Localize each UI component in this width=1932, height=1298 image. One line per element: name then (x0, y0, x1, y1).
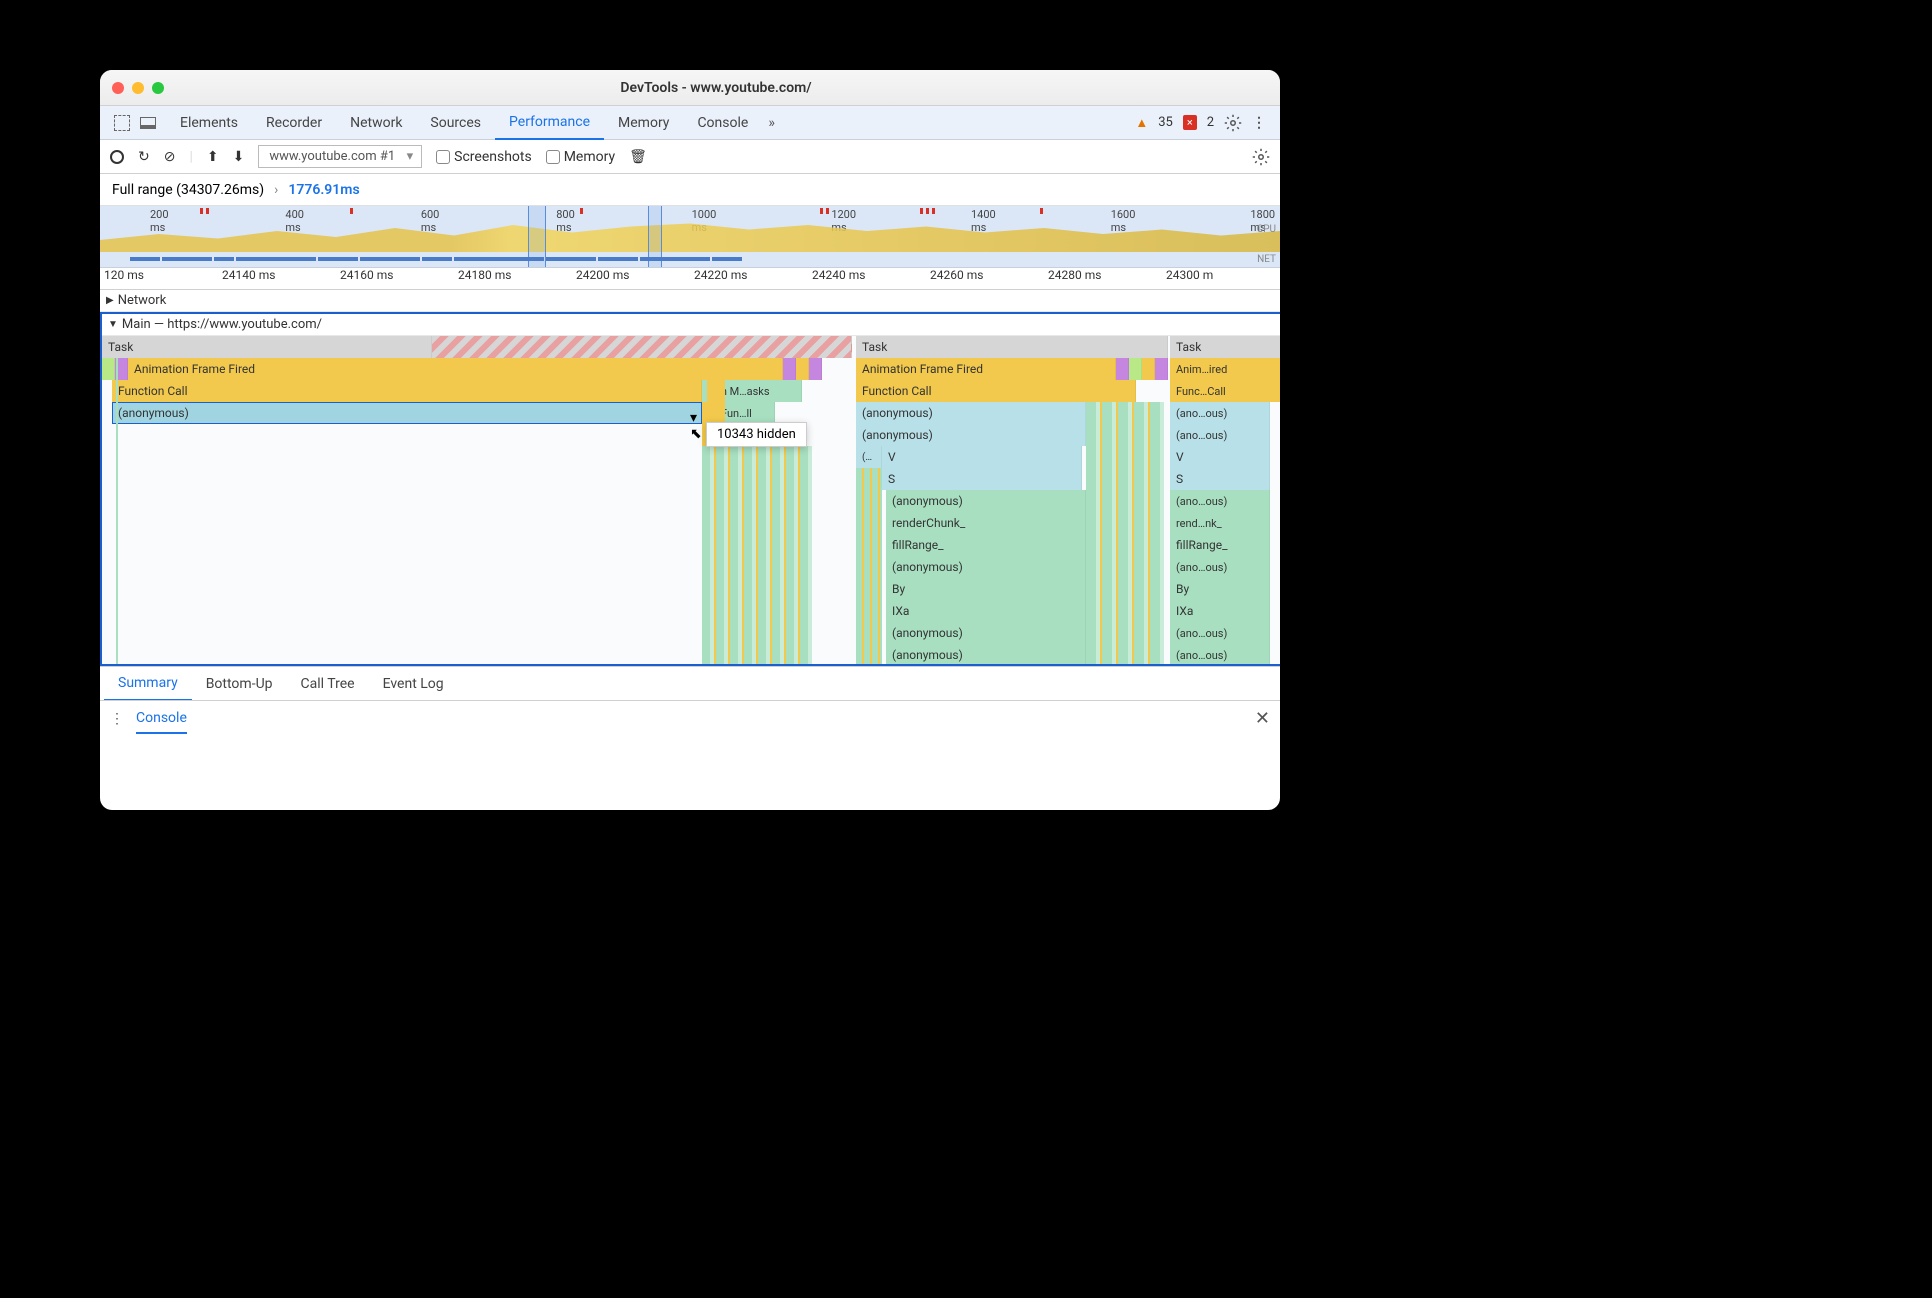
devtools-window: DevTools - www.youtube.com/ Elements Rec… (100, 70, 1280, 810)
clear-button[interactable]: ⊘ (164, 149, 176, 165)
flame-anon-short[interactable]: (ano…ous) (1170, 402, 1270, 424)
flame-task-long[interactable] (432, 336, 852, 358)
flame-chart[interactable]: Task Animation Frame Fired Function Call… (102, 336, 1280, 664)
flame-s[interactable]: S (882, 468, 1082, 490)
download-button[interactable]: ⬇ (233, 149, 245, 165)
screenshots-checkbox[interactable]: Screenshots (436, 149, 532, 165)
breadcrumb-current[interactable]: 1776.91ms (288, 182, 359, 198)
tab-console[interactable]: Console (683, 106, 762, 140)
flame-by[interactable]: By (1170, 578, 1270, 600)
perf-toolbar: ↻ ⊘ | ⬆ ⬇ www.youtube.com #1 Screenshots… (100, 140, 1280, 174)
flame-fc-short[interactable]: Func…Call (1170, 380, 1280, 402)
kebab-icon[interactable]: ⋮ (1252, 115, 1266, 131)
upload-button[interactable]: ⬆ (207, 149, 219, 165)
flame-fc[interactable]: Function Call (112, 380, 702, 402)
time-ruler[interactable]: 120 ms 24140 ms 24160 ms 24180 ms 24200 … (100, 268, 1280, 290)
close-icon[interactable]: ✕ (1255, 708, 1270, 729)
reload-button[interactable]: ↻ (138, 149, 150, 165)
device-toolbar-icon[interactable] (140, 117, 156, 129)
error-icon[interactable]: × (1183, 115, 1197, 130)
main-track-header[interactable]: ▼Main — https://www.youtube.com/ (102, 314, 1280, 336)
console-drawer: ⋮ Console ✕ (100, 700, 1280, 736)
console-tab[interactable]: Console (136, 710, 187, 734)
main-track: ▼Main — https://www.youtube.com/ Task An… (100, 312, 1280, 666)
flame-task[interactable]: Task (1170, 336, 1280, 358)
flame-renderchunk[interactable]: renderChunk_ (886, 512, 1086, 534)
flame-task[interactable]: Task (856, 336, 1168, 358)
tab-performance[interactable]: Performance (495, 106, 604, 140)
flame-anon-short[interactable]: (ano…ous) (1170, 622, 1270, 644)
flame-anon[interactable]: (anonymous) (886, 556, 1086, 578)
cpu-label: CPU (1257, 224, 1276, 235)
tooltip: 10343 hidden (706, 422, 807, 447)
tab-summary[interactable]: Summary (104, 667, 192, 701)
settings-icon[interactable] (1224, 114, 1242, 132)
titlebar: DevTools - www.youtube.com/ (100, 70, 1280, 106)
flame-v[interactable]: V (1170, 446, 1270, 468)
zoom-icon[interactable] (152, 82, 164, 94)
panel-tabs: Elements Recorder Network Sources Perfor… (100, 106, 1280, 140)
profile-select[interactable]: www.youtube.com #1 (258, 145, 422, 168)
overview-timeline[interactable]: 200 ms 400 ms 600 ms 800 ms 1000 ms 1200… (100, 206, 1280, 268)
tab-bottomup[interactable]: Bottom-Up (192, 667, 287, 701)
traffic-lights (112, 82, 164, 94)
flame-aff-short[interactable]: Anim…ired (1170, 358, 1280, 380)
cursor-icon: ▾⬉ (690, 410, 702, 442)
warning-icon[interactable]: ▲ (1135, 115, 1148, 131)
flame-by[interactable]: By (886, 578, 1086, 600)
flame-dots[interactable]: (… (856, 446, 882, 468)
flame-fc[interactable]: Function Call (856, 380, 1136, 402)
tab-calltree[interactable]: Call Tree (287, 667, 369, 701)
garbage-icon[interactable]: 🗑 (629, 149, 647, 165)
flame-ixa[interactable]: IXa (1170, 600, 1270, 622)
tab-sources[interactable]: Sources (416, 106, 495, 140)
flame-anon-short[interactable]: (ano…ous) (1170, 490, 1270, 512)
flame-fillrange[interactable]: fillRange_ (1170, 534, 1270, 556)
flame-anon-selected[interactable]: (anonymous) (112, 402, 702, 424)
flame-anon[interactable]: (anonymous) (886, 644, 1086, 664)
flame-task[interactable]: Task (102, 336, 432, 358)
inspect-icon[interactable] (114, 115, 130, 131)
flame-fillrange[interactable]: fillRange_ (886, 534, 1086, 556)
details-tabs: Summary Bottom-Up Call Tree Event Log (100, 666, 1280, 700)
window-title: DevTools - www.youtube.com/ (164, 80, 1268, 96)
flame-v[interactable]: V (882, 446, 1082, 468)
chevron-right-icon: › (274, 182, 278, 198)
flame-aff[interactable]: Animation Frame Fired (128, 358, 783, 380)
error-count: 2 (1207, 115, 1214, 130)
network-track: ▶Network (100, 290, 1280, 312)
flame-anon[interactable]: (anonymous) (856, 402, 1086, 424)
net-label: NET (1257, 254, 1276, 265)
flame-anon-short[interactable]: (ano…ous) (1170, 644, 1270, 664)
flame-anon-short[interactable]: (ano…ous) (1170, 556, 1270, 578)
perf-settings-icon[interactable] (1252, 148, 1270, 166)
tab-network[interactable]: Network (336, 106, 416, 140)
flame-anon[interactable]: (anonymous) (886, 490, 1086, 512)
flame-anon-short[interactable]: (ano…ous) (1170, 424, 1270, 446)
flame-anon[interactable]: (anonymous) (856, 424, 1086, 446)
warning-count: 35 (1158, 115, 1173, 130)
tab-elements[interactable]: Elements (166, 106, 252, 140)
flame-aff[interactable]: Animation Frame Fired (856, 358, 1116, 380)
flame-ixa[interactable]: IXa (886, 600, 1086, 622)
tab-recorder[interactable]: Recorder (252, 106, 336, 140)
memory-checkbox[interactable]: Memory (546, 149, 615, 165)
flame-s[interactable]: S (1170, 468, 1270, 490)
minimize-icon[interactable] (132, 82, 144, 94)
kebab-icon[interactable]: ⋮ (110, 711, 124, 727)
tab-memory[interactable]: Memory (604, 106, 683, 140)
breadcrumb: Full range (34307.26ms) › 1776.91ms (100, 174, 1280, 206)
close-icon[interactable] (112, 82, 124, 94)
breadcrumb-full[interactable]: Full range (34307.26ms) (112, 182, 264, 198)
flame-anon[interactable]: (anonymous) (886, 622, 1086, 644)
network-track-header[interactable]: ▶Network (100, 290, 1280, 312)
flame-renderchunk-short[interactable]: rend…nk_ (1170, 512, 1270, 534)
tab-eventlog[interactable]: Event Log (369, 667, 458, 701)
record-button[interactable] (110, 150, 124, 164)
more-tabs-icon[interactable]: » (768, 115, 775, 131)
